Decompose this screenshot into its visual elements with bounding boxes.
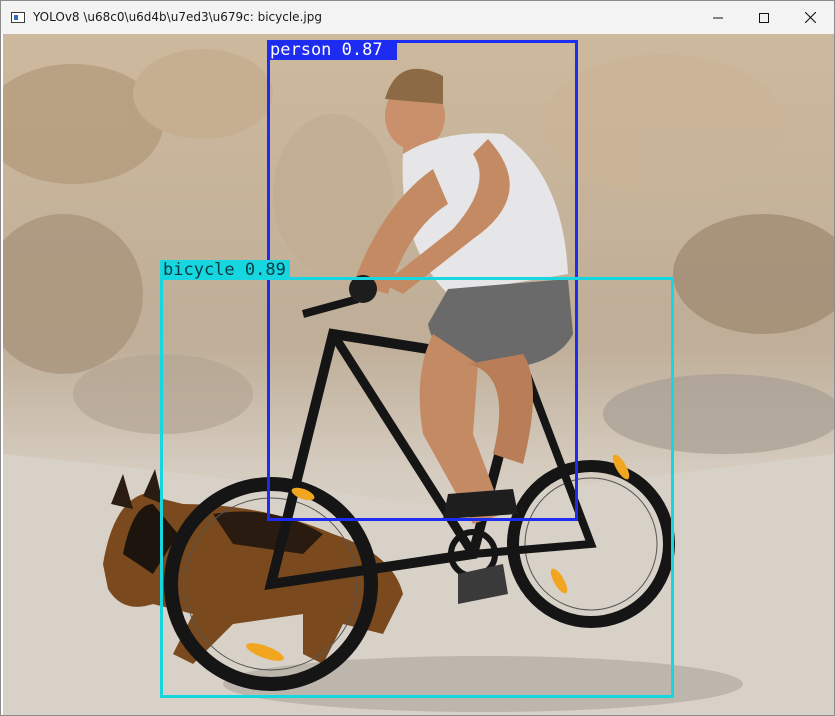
maximize-button[interactable] xyxy=(741,1,787,34)
detection-image: person 0.87 bicycle 0.89 xyxy=(3,34,834,715)
app-window: YOLOv8 \u68c0\u6d4b\u7ed3\u679c: bicycle… xyxy=(0,0,835,716)
app-icon xyxy=(11,12,25,23)
maximize-icon xyxy=(759,12,769,23)
close-button[interactable] xyxy=(787,1,833,34)
person-label: person 0.87 xyxy=(270,40,383,60)
minimize-button[interactable] xyxy=(695,1,741,34)
bicycle-label: bicycle 0.89 xyxy=(163,260,286,280)
minimize-icon xyxy=(713,17,723,18)
close-icon xyxy=(804,12,816,23)
title-bar[interactable]: YOLOv8 \u68c0\u6d4b\u7ed3\u679c: bicycle… xyxy=(1,1,834,34)
scene-illustration xyxy=(3,34,834,715)
window-title: YOLOv8 \u68c0\u6d4b\u7ed3\u679c: bicycle… xyxy=(33,10,322,24)
